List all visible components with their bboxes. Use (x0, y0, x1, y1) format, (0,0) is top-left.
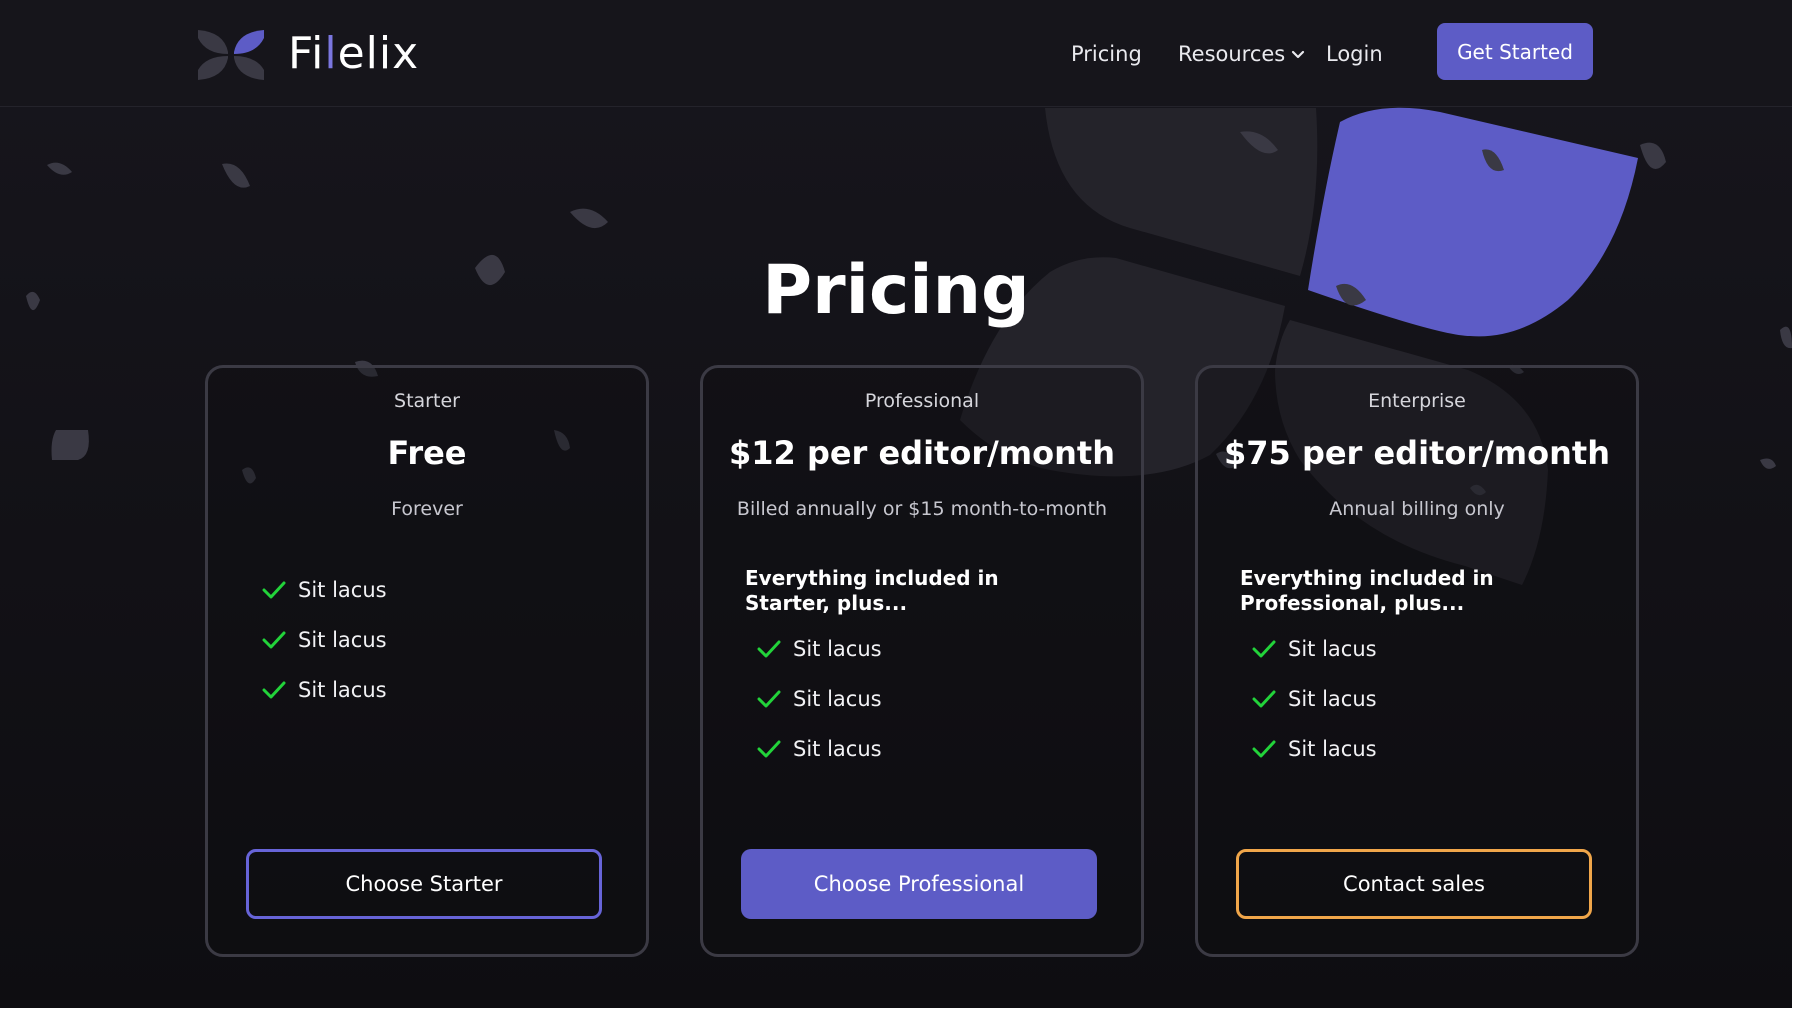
check-icon (262, 631, 286, 649)
plan-tier: Starter (394, 390, 460, 412)
brand-part-2: elix (337, 28, 420, 79)
nav-resources-label: Resources (1178, 42, 1286, 66)
plan-feature-list: Sit lacus Sit lacus Sit lacus (1252, 637, 1377, 787)
check-icon (1252, 640, 1276, 658)
feature-text: Sit lacus (298, 628, 387, 652)
chevron-down-icon (1292, 50, 1305, 59)
nav-login-link[interactable]: Login (1326, 40, 1383, 68)
nav-pricing-link[interactable]: Pricing (1071, 40, 1142, 68)
feature-item: Sit lacus (262, 628, 387, 678)
get-started-button[interactable]: Get Started (1437, 23, 1593, 80)
check-icon (262, 581, 286, 599)
page-title: Pricing (762, 250, 1030, 330)
feature-text: Sit lacus (298, 678, 387, 702)
feature-text: Sit lacus (793, 637, 882, 661)
feature-text: Sit lacus (793, 737, 882, 761)
brand-name[interactable]: Filelix (288, 28, 419, 80)
plan-price: Free (387, 434, 467, 472)
check-icon (757, 640, 781, 658)
check-icon (757, 740, 781, 758)
check-icon (1252, 690, 1276, 708)
feature-item: Sit lacus (262, 678, 387, 728)
feature-item: Sit lacus (1252, 737, 1377, 787)
pricing-page: Filelix Pricing Resources Login Get Star… (0, 0, 1792, 1008)
brand-part-accent: l (324, 28, 338, 79)
feature-item: Sit lacus (757, 687, 882, 737)
plan-billing: Billed annually or $15 month-to-month (736, 498, 1108, 520)
feature-item: Sit lacus (757, 637, 882, 687)
plan-billing: Forever (391, 498, 463, 520)
feature-text: Sit lacus (793, 687, 882, 711)
choose-starter-button[interactable]: Choose Starter (246, 849, 602, 919)
plan-feature-list: Sit lacus Sit lacus Sit lacus (757, 637, 882, 787)
plan-billing: Annual billing only (1329, 498, 1505, 520)
feature-text: Sit lacus (298, 578, 387, 602)
feature-text: Sit lacus (1288, 637, 1377, 661)
nav-resources-dropdown[interactable]: Resources (1178, 40, 1305, 68)
contact-sales-button[interactable]: Contact sales (1236, 849, 1592, 919)
plan-card-starter: Starter Free Forever Sit lacus Sit lacus… (205, 365, 649, 957)
check-icon (262, 681, 286, 699)
choose-professional-button[interactable]: Choose Professional (741, 849, 1097, 919)
feature-item: Sit lacus (262, 578, 387, 628)
feature-item: Sit lacus (1252, 637, 1377, 687)
plan-card-professional: Professional $12 per editor/month Billed… (700, 365, 1144, 957)
plan-feature-list: Sit lacus Sit lacus Sit lacus (262, 578, 387, 728)
plan-includes-note: Everything included in Starter, plus... (745, 566, 999, 615)
filelix-logo-icon[interactable] (196, 28, 266, 80)
plan-tier: Professional (864, 390, 980, 412)
check-icon (1252, 740, 1276, 758)
plan-tier: Enterprise (1368, 390, 1466, 412)
plan-includes-note: Everything included in Professional, plu… (1240, 566, 1494, 615)
plan-card-enterprise: Enterprise $75 per editor/month Annual b… (1195, 365, 1639, 957)
feature-item: Sit lacus (757, 737, 882, 787)
feature-text: Sit lacus (1288, 737, 1377, 761)
brand-part-1: Fi (288, 28, 325, 79)
feature-item: Sit lacus (1252, 687, 1377, 737)
plan-price: $75 per editor/month (1224, 434, 1610, 472)
plan-price: $12 per editor/month (729, 434, 1115, 472)
check-icon (757, 690, 781, 708)
feature-text: Sit lacus (1288, 687, 1377, 711)
top-navigation-bar: Filelix Pricing Resources Login Get Star… (0, 0, 1792, 107)
